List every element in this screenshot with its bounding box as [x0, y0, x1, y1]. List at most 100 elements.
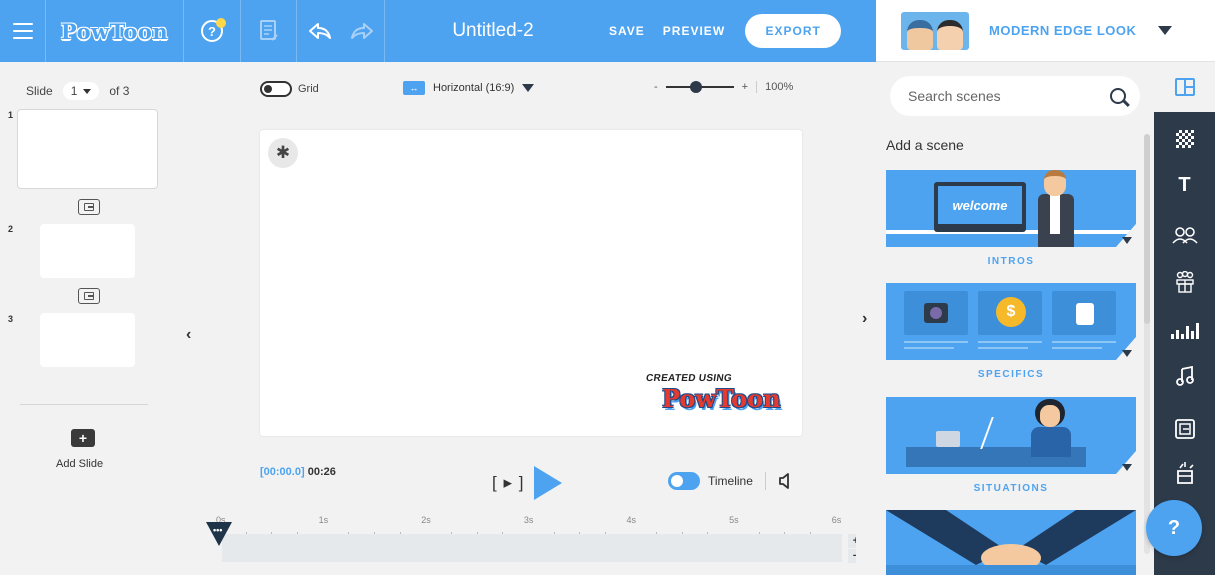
slide-select[interactable]: 1 [62, 82, 100, 100]
chevron-down-icon[interactable] [1122, 464, 1132, 471]
scene-label: INTROS [987, 256, 1035, 267]
chevron-down-icon[interactable] [1158, 26, 1173, 35]
timeline-track[interactable] [222, 534, 842, 562]
add-slide-label[interactable]: Add Slide [56, 458, 103, 470]
top-toolbar: PowToon ? Untitled-2 SAVE PREVIEW EXPORT [0, 0, 876, 62]
slide-number: 2 [8, 224, 14, 234]
toggle-switch-on[interactable] [668, 472, 700, 490]
spotlight-icon [1176, 462, 1194, 484]
props-icon [1175, 271, 1194, 293]
tick-label: 4s [626, 515, 637, 525]
help-fab-button[interactable]: ? [1146, 500, 1202, 556]
transition-icon[interactable] [78, 288, 100, 304]
save-button[interactable]: SAVE [609, 24, 645, 38]
chevron-down-icon[interactable] [1122, 350, 1132, 357]
slide-label: Slide [26, 84, 53, 98]
zoom-slider[interactable] [665, 81, 734, 93]
notification-dot [216, 18, 226, 28]
look-selector[interactable]: MODERN EDGE LOOK [876, 0, 1215, 62]
zoom-out-button[interactable]: - [654, 81, 658, 93]
tick-label: 6s [831, 515, 842, 525]
media-tool[interactable] [1154, 414, 1215, 444]
menu-button[interactable] [0, 0, 46, 62]
export-button[interactable]: EXPORT [745, 14, 842, 48]
orientation-label: Horizontal (16:9) [433, 82, 515, 94]
scene-card-situations[interactable] [886, 397, 1136, 474]
scene-card-specifics[interactable]: $ [886, 283, 1136, 360]
media-icon [1174, 419, 1195, 439]
divider [20, 404, 148, 405]
characters-tool[interactable] [1154, 220, 1215, 250]
slide-navigator: Slide 1 of 3 [26, 82, 129, 100]
transition-icon[interactable] [78, 199, 100, 215]
gear-icon[interactable]: ✱ [268, 138, 298, 168]
scene-card-intros[interactable]: welcome [886, 170, 1136, 247]
backgrounds-tool[interactable] [1154, 124, 1215, 154]
divider [756, 81, 758, 93]
slide-thumbnail-3[interactable] [40, 313, 135, 367]
charts-tool[interactable] [1154, 316, 1215, 346]
props-tool[interactable] [1154, 267, 1215, 297]
divider [764, 472, 766, 490]
stage-canvas[interactable]: ✱ CREATED USING PowToon [260, 130, 802, 436]
slide-thumbnail-2[interactable] [40, 224, 135, 278]
grid-toggle[interactable]: Grid [260, 81, 319, 97]
scenes-tool[interactable] [1154, 62, 1215, 112]
music-note-icon [1175, 366, 1194, 386]
add-slide-button[interactable]: + [71, 429, 95, 447]
timeline-toggle[interactable]: Timeline [668, 472, 792, 490]
undo-icon[interactable] [308, 22, 332, 40]
look-avatar [901, 11, 969, 50]
toggle-switch-off[interactable] [260, 81, 292, 97]
search-icon[interactable] [1110, 88, 1126, 104]
powtoon-watermark: CREATED USING PowToon [645, 368, 781, 413]
dollar-coin-icon: $ [996, 297, 1026, 327]
tick-label: 1s [318, 515, 329, 525]
slide-count: of 3 [109, 84, 130, 98]
slide-thumbnail-1[interactable] [17, 109, 158, 189]
tick-label: 2s [421, 515, 431, 525]
undo-redo-group [297, 0, 385, 62]
search-input[interactable]: Search scenes [908, 88, 1001, 104]
like-tile [1052, 291, 1116, 335]
zoom-in-button[interactable]: + [742, 81, 748, 93]
slide-number: 3 [8, 314, 14, 324]
total-time: 00:26 [307, 466, 336, 478]
monitor-art: welcome [934, 182, 1026, 232]
camera-icon [924, 303, 948, 323]
expand-right-arrow[interactable]: › [862, 310, 867, 328]
help-icon: ? [201, 18, 226, 42]
library-toggle-column: › [856, 62, 876, 575]
camera-tile [904, 291, 968, 335]
tick-label: 3s [523, 515, 534, 525]
project-title[interactable]: Untitled-2 [385, 0, 601, 62]
text-tool[interactable]: T [1154, 170, 1215, 200]
redo-icon[interactable] [350, 22, 374, 40]
watermark-logo: PowToon [662, 384, 781, 413]
logo[interactable]: PowToon [46, 0, 184, 62]
play-icon[interactable] [534, 466, 563, 500]
help-button[interactable]: ? [184, 0, 241, 62]
search-bar[interactable]: Search scenes [890, 76, 1140, 116]
music-tool[interactable] [1154, 361, 1215, 391]
character-face-icon [937, 19, 963, 50]
library-scrollbar[interactable] [1144, 134, 1150, 554]
play-from-icon[interactable]: [ ▸ ] [492, 473, 524, 493]
bar-chart-icon [1170, 323, 1199, 339]
tick-label: 5s [729, 515, 739, 525]
orientation-select[interactable]: ↔ Horizontal (16:9) [403, 81, 535, 95]
slide-number: 1 [8, 110, 14, 120]
chevron-down-icon[interactable] [1122, 237, 1132, 244]
preview-button[interactable]: PREVIEW [663, 24, 725, 38]
characters-icon [1171, 227, 1198, 244]
zoom-value: 100% [765, 81, 794, 93]
powtoon-logo: PowToon [60, 18, 169, 44]
specials-tool[interactable] [1154, 458, 1215, 488]
zoom-slider-handle[interactable] [690, 81, 703, 93]
notes-button[interactable] [241, 0, 297, 62]
current-time: [00:00.0] [260, 466, 305, 478]
scrollbar-thumb[interactable] [1144, 134, 1150, 324]
speaker-icon[interactable] [778, 473, 792, 489]
collapse-left-arrow[interactable]: ‹ [186, 326, 191, 344]
scene-card-partnerships[interactable] [886, 510, 1136, 575]
